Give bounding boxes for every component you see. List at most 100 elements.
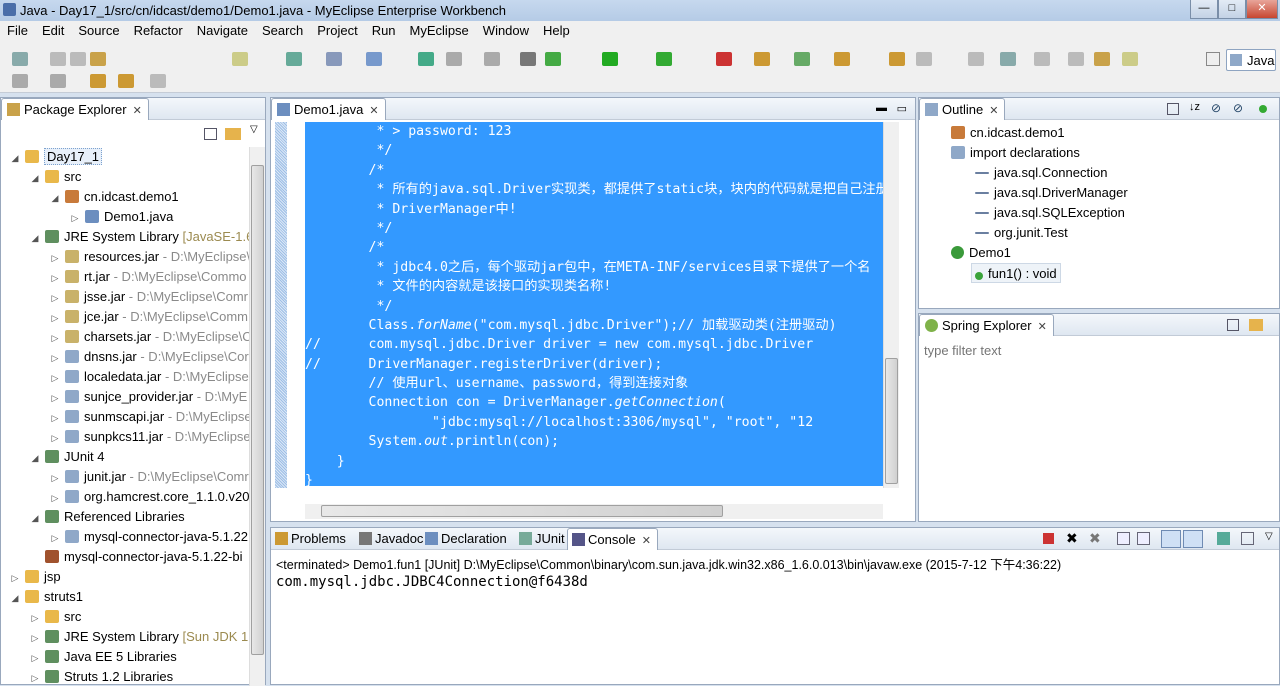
code-area[interactable]: * > password: 123 */ /* * 所有的java.sql.Dr… bbox=[305, 122, 883, 486]
outline-item[interactable]: import declarations bbox=[951, 143, 1080, 163]
pin-console-icon[interactable] bbox=[1217, 532, 1230, 545]
tree-item[interactable]: ◢ JRE System Library [JavaSE-1.6] bbox=[29, 227, 249, 247]
menu-search[interactable]: Search bbox=[255, 21, 310, 41]
tab-outline[interactable]: Outline ✕ bbox=[919, 98, 1006, 120]
expanded-arrow-icon[interactable]: ◢ bbox=[9, 588, 21, 608]
toolbar-button-3[interactable] bbox=[90, 52, 106, 66]
tree-item[interactable]: ▷ Demo1.java bbox=[69, 207, 174, 227]
link-icon[interactable] bbox=[1249, 319, 1263, 331]
outline-item[interactable]: cn.idcast.demo1 bbox=[951, 123, 1065, 143]
view-menu-icon[interactable]: ▽ bbox=[250, 124, 258, 135]
tree-item[interactable]: ◢ src bbox=[29, 167, 82, 188]
menu-run[interactable]: Run bbox=[365, 21, 403, 41]
scroll-lock-icon[interactable] bbox=[1117, 532, 1130, 545]
nav-button-3[interactable] bbox=[118, 74, 134, 88]
terminate-icon[interactable] bbox=[1043, 533, 1054, 544]
toolbar-button-6[interactable] bbox=[326, 52, 342, 66]
editor-vscrollbar[interactable] bbox=[883, 122, 899, 488]
clear-console-icon[interactable] bbox=[1137, 532, 1150, 545]
collapsed-arrow-icon[interactable]: ▷ bbox=[29, 608, 41, 628]
toolbar-button-22[interactable] bbox=[1000, 52, 1016, 66]
nav-button-4[interactable] bbox=[150, 74, 166, 88]
menu-file[interactable]: File bbox=[0, 21, 35, 41]
collapsed-arrow-icon[interactable]: ▷ bbox=[49, 348, 61, 368]
scrollbar-thumb[interactable] bbox=[251, 165, 264, 655]
toolbar-button-7[interactable] bbox=[366, 52, 382, 66]
tree-item[interactable]: ▷ jce.jar - D:\MyEclipse\Comm bbox=[49, 307, 248, 327]
minimize-view-icon[interactable]: ▬ bbox=[876, 102, 887, 114]
tree-item[interactable]: ◢ struts1 bbox=[9, 587, 83, 607]
menu-navigate[interactable]: Navigate bbox=[190, 21, 255, 41]
outline-item[interactable]: Demo1 bbox=[951, 243, 1011, 263]
collapsed-arrow-icon[interactable]: ▷ bbox=[29, 668, 41, 686]
collapsed-arrow-icon[interactable]: ▷ bbox=[49, 308, 61, 328]
collapsed-arrow-icon[interactable]: ▷ bbox=[49, 288, 61, 308]
collapsed-arrow-icon[interactable]: ▷ bbox=[49, 268, 61, 288]
tree-item[interactable]: ▷ charsets.jar - D:\MyEclipse\C bbox=[49, 327, 249, 347]
tree-item[interactable]: ◢ Day17_1 bbox=[9, 147, 103, 168]
sort-icon[interactable]: ↓z bbox=[1189, 101, 1200, 113]
toolbar-button-15[interactable] bbox=[716, 52, 732, 66]
editor-hscrollbar[interactable] bbox=[305, 504, 883, 519]
toolbar-button-16[interactable] bbox=[754, 52, 770, 66]
expanded-arrow-icon[interactable]: ◢ bbox=[9, 148, 21, 168]
open-console-icon[interactable] bbox=[1241, 532, 1254, 545]
tree-item[interactable]: ▷ org.hamcrest.core_1.1.0.v200 bbox=[49, 487, 249, 507]
link-with-editor-icon[interactable] bbox=[225, 128, 241, 140]
toolbar-button-19[interactable] bbox=[889, 52, 905, 66]
expanded-arrow-icon[interactable]: ◢ bbox=[29, 168, 41, 188]
toolbar-button-1[interactable] bbox=[50, 52, 66, 66]
close-icon[interactable]: ✕ bbox=[133, 105, 142, 117]
collapsed-arrow-icon[interactable]: ▷ bbox=[49, 428, 61, 448]
tab-spring-explorer[interactable]: Spring Explorer ✕ bbox=[919, 314, 1054, 336]
toolbar-button-14[interactable] bbox=[656, 52, 672, 66]
tree-item[interactable]: ▷ junit.jar - D:\MyEclipse\Comr bbox=[49, 467, 249, 487]
hide-static-icon[interactable]: ⊘ bbox=[1233, 101, 1243, 115]
tree-item[interactable]: ▷ Struts 1.2 Libraries bbox=[29, 667, 174, 686]
close-icon[interactable]: ✕ bbox=[369, 105, 378, 117]
outline-item[interactable]: java.sql.Connection bbox=[975, 163, 1107, 183]
expanded-arrow-icon[interactable]: ◢ bbox=[29, 448, 41, 468]
collapsed-arrow-icon[interactable]: ▷ bbox=[49, 248, 61, 268]
toolbar-button-0[interactable] bbox=[12, 52, 28, 66]
collapsed-arrow-icon[interactable]: ▷ bbox=[29, 648, 41, 668]
menu-help[interactable]: Help bbox=[536, 21, 577, 41]
collapse-all-icon[interactable] bbox=[1167, 103, 1179, 115]
tree-item[interactable]: ▷ JRE System Library [Sun JDK 1.6 bbox=[29, 627, 249, 647]
collapse-all-icon[interactable] bbox=[204, 128, 217, 140]
toolbar-button-20[interactable] bbox=[916, 52, 932, 66]
tab-declaration[interactable]: Declaration bbox=[421, 528, 513, 550]
expanded-arrow-icon[interactable]: ◢ bbox=[49, 188, 61, 208]
menu-refactor[interactable]: Refactor bbox=[127, 21, 190, 41]
tree-item[interactable]: ▷ src bbox=[29, 607, 82, 628]
outline-item[interactable]: java.sql.DriverManager bbox=[975, 183, 1128, 203]
tree-item[interactable]: ▷ jsp bbox=[9, 567, 61, 587]
open-perspective-icon[interactable] bbox=[1206, 52, 1220, 66]
outline-item[interactable]: fun1() : void bbox=[971, 263, 1061, 283]
collapsed-arrow-icon[interactable]: ▷ bbox=[29, 628, 41, 648]
tree-item[interactable]: ▷ resources.jar - D:\MyEclipse\ bbox=[49, 247, 249, 267]
menu-edit[interactable]: Edit bbox=[35, 21, 71, 41]
toolbar-button-8[interactable] bbox=[418, 52, 434, 66]
tree-item[interactable]: ▷ dnsns.jar - D:\MyEclipse\Cor bbox=[49, 347, 249, 367]
tree-item[interactable]: mysql-connector-java-5.1.22-bi bbox=[29, 547, 242, 567]
tree-item[interactable]: ▷ jsse.jar - D:\MyEclipse\Comr bbox=[49, 287, 248, 307]
package-explorer-scrollbar[interactable] bbox=[249, 147, 265, 686]
toolbar-button-9[interactable] bbox=[446, 52, 462, 66]
tab-console[interactable]: Console ✕ bbox=[567, 528, 658, 550]
tab-demo1-java[interactable]: Demo1.java ✕ bbox=[271, 98, 386, 120]
expanded-arrow-icon[interactable]: ◢ bbox=[29, 228, 41, 248]
tree-item[interactable]: ▷ localedata.jar - D:\MyEclipse bbox=[49, 367, 249, 387]
toolbar-button-24[interactable] bbox=[1068, 52, 1084, 66]
tree-item[interactable]: ▷ mysql-connector-java-5.1.22 bbox=[49, 527, 249, 547]
tree-item[interactable]: ▷ sunjce_provider.jar - D:\MyE bbox=[49, 387, 248, 407]
remove-launch-icon[interactable]: ✖ bbox=[1066, 530, 1078, 547]
outline-item[interactable]: java.sql.SQLException bbox=[975, 203, 1125, 223]
outline-item[interactable]: org.junit.Test bbox=[975, 223, 1068, 243]
toolbar-button-11[interactable] bbox=[520, 52, 536, 66]
tree-item[interactable]: ▷ sunmscapi.jar - D:\MyEclipse bbox=[49, 407, 249, 427]
tab-problems[interactable]: Problems bbox=[271, 528, 352, 550]
toolbar-button-2[interactable] bbox=[70, 52, 86, 66]
hide-nonpublic-icon[interactable] bbox=[1259, 105, 1267, 113]
tree-item[interactable]: ◢ Referenced Libraries bbox=[29, 507, 185, 527]
